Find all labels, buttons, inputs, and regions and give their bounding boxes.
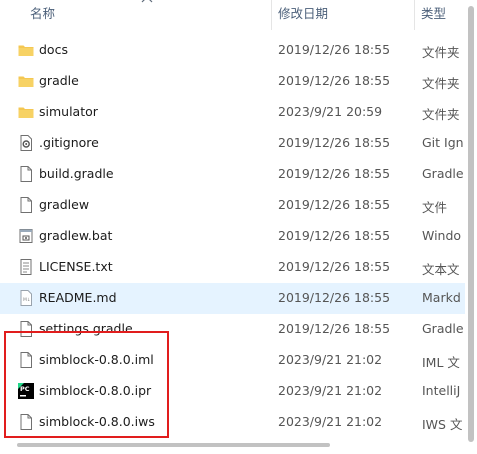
highlight-annotation-box [4, 331, 169, 438]
file-type: Gradle [422, 321, 464, 336]
file-row[interactable]: .gitignore 2019/12/26 18:55 Git Ign [0, 128, 465, 159]
file-name[interactable]: simulator [39, 104, 98, 119]
file-name[interactable]: .gitignore [39, 135, 99, 150]
file-row[interactable]: docs 2019/12/26 18:55 文件夹 [0, 35, 465, 66]
column-divider[interactable] [414, 0, 415, 30]
file-name[interactable]: README.md [39, 290, 117, 305]
column-header-name[interactable]: 名称 [30, 0, 55, 30]
file-row[interactable]: M↓ README.md 2019/12/26 18:55 Markd [0, 283, 465, 314]
file-type: Gradle [422, 166, 464, 181]
file-modified-date: 2019/12/26 18:55 [278, 197, 391, 212]
file-type: Git Ign [422, 135, 464, 150]
file-row[interactable]: gradle 2019/12/26 18:55 文件夹 [0, 66, 465, 97]
folder-icon [17, 103, 35, 121]
file-modified-date: 2019/12/26 18:55 [278, 42, 391, 57]
column-header-date[interactable]: 修改日期 [278, 0, 328, 30]
file-row[interactable]: build.gradle 2019/12/26 18:55 Gradle [0, 159, 465, 190]
file-type: 文本文 [422, 262, 460, 277]
column-header-type[interactable]: 类型 [421, 0, 446, 30]
file-modified-date: 2019/12/26 18:55 [278, 228, 391, 243]
sort-ascending-icon[interactable] [141, 0, 153, 4]
file-type: Windo [422, 228, 462, 243]
file-modified-date: 2023/9/21 20:59 [278, 104, 383, 119]
file-modified-date: 2023/9/21 21:02 [278, 414, 383, 429]
file-type: 文件夹 [422, 107, 460, 122]
file-icon [17, 196, 35, 214]
file-type: IntelliJ [422, 383, 461, 398]
file-name[interactable]: build.gradle [39, 166, 114, 181]
file-row[interactable]: gradlew.bat 2019/12/26 18:55 Windo [0, 221, 465, 252]
file-modified-date: 2019/12/26 18:55 [278, 290, 391, 305]
file-icon [17, 165, 35, 183]
file-modified-date: 2019/12/26 18:55 [278, 166, 391, 181]
file-type: 文件 [422, 200, 448, 215]
svg-text:M↓: M↓ [23, 297, 31, 303]
file-modified-date: 2019/12/26 18:55 [278, 259, 391, 274]
file-name[interactable]: LICENSE.txt [39, 259, 113, 274]
folder-icon [17, 41, 35, 59]
file-name[interactable]: gradle [39, 73, 79, 88]
file-modified-date: 2019/12/26 18:55 [278, 321, 391, 336]
file-name[interactable]: docs [39, 42, 68, 57]
file-type: IWS 文 [422, 417, 463, 432]
column-header-bar: 名称 修改日期 类型 [0, 0, 477, 30]
file-row[interactable]: gradlew 2019/12/26 18:55 文件 [0, 190, 465, 221]
file-type: 文件夹 [422, 45, 460, 60]
vertical-scrollbar[interactable] [465, 0, 477, 454]
file-name[interactable]: gradlew [39, 197, 89, 212]
file-modified-date: 2023/9/21 21:02 [278, 383, 383, 398]
folder-icon [17, 72, 35, 90]
file-modified-date: 2023/9/21 21:02 [278, 352, 383, 367]
file-type: Markd [422, 290, 461, 305]
file-modified-date: 2019/12/26 18:55 [278, 135, 391, 150]
file-type: IML 文 [422, 355, 460, 370]
text-file-icon [17, 258, 35, 276]
horizontal-scrollbar-thumb[interactable] [17, 443, 330, 447]
column-divider[interactable] [271, 0, 272, 30]
file-row[interactable]: LICENSE.txt 2019/12/26 18:55 文本文 [0, 252, 465, 283]
bat-file-icon [17, 227, 35, 245]
file-row[interactable]: simulator 2023/9/21 20:59 文件夹 [0, 97, 465, 128]
file-modified-date: 2019/12/26 18:55 [278, 73, 391, 88]
gear-file-icon [17, 134, 35, 152]
file-name[interactable]: gradlew.bat [39, 228, 112, 243]
file-type: 文件夹 [422, 76, 460, 91]
vertical-scrollbar-thumb[interactable] [468, 6, 474, 442]
md-file-icon: M↓ [17, 289, 35, 307]
